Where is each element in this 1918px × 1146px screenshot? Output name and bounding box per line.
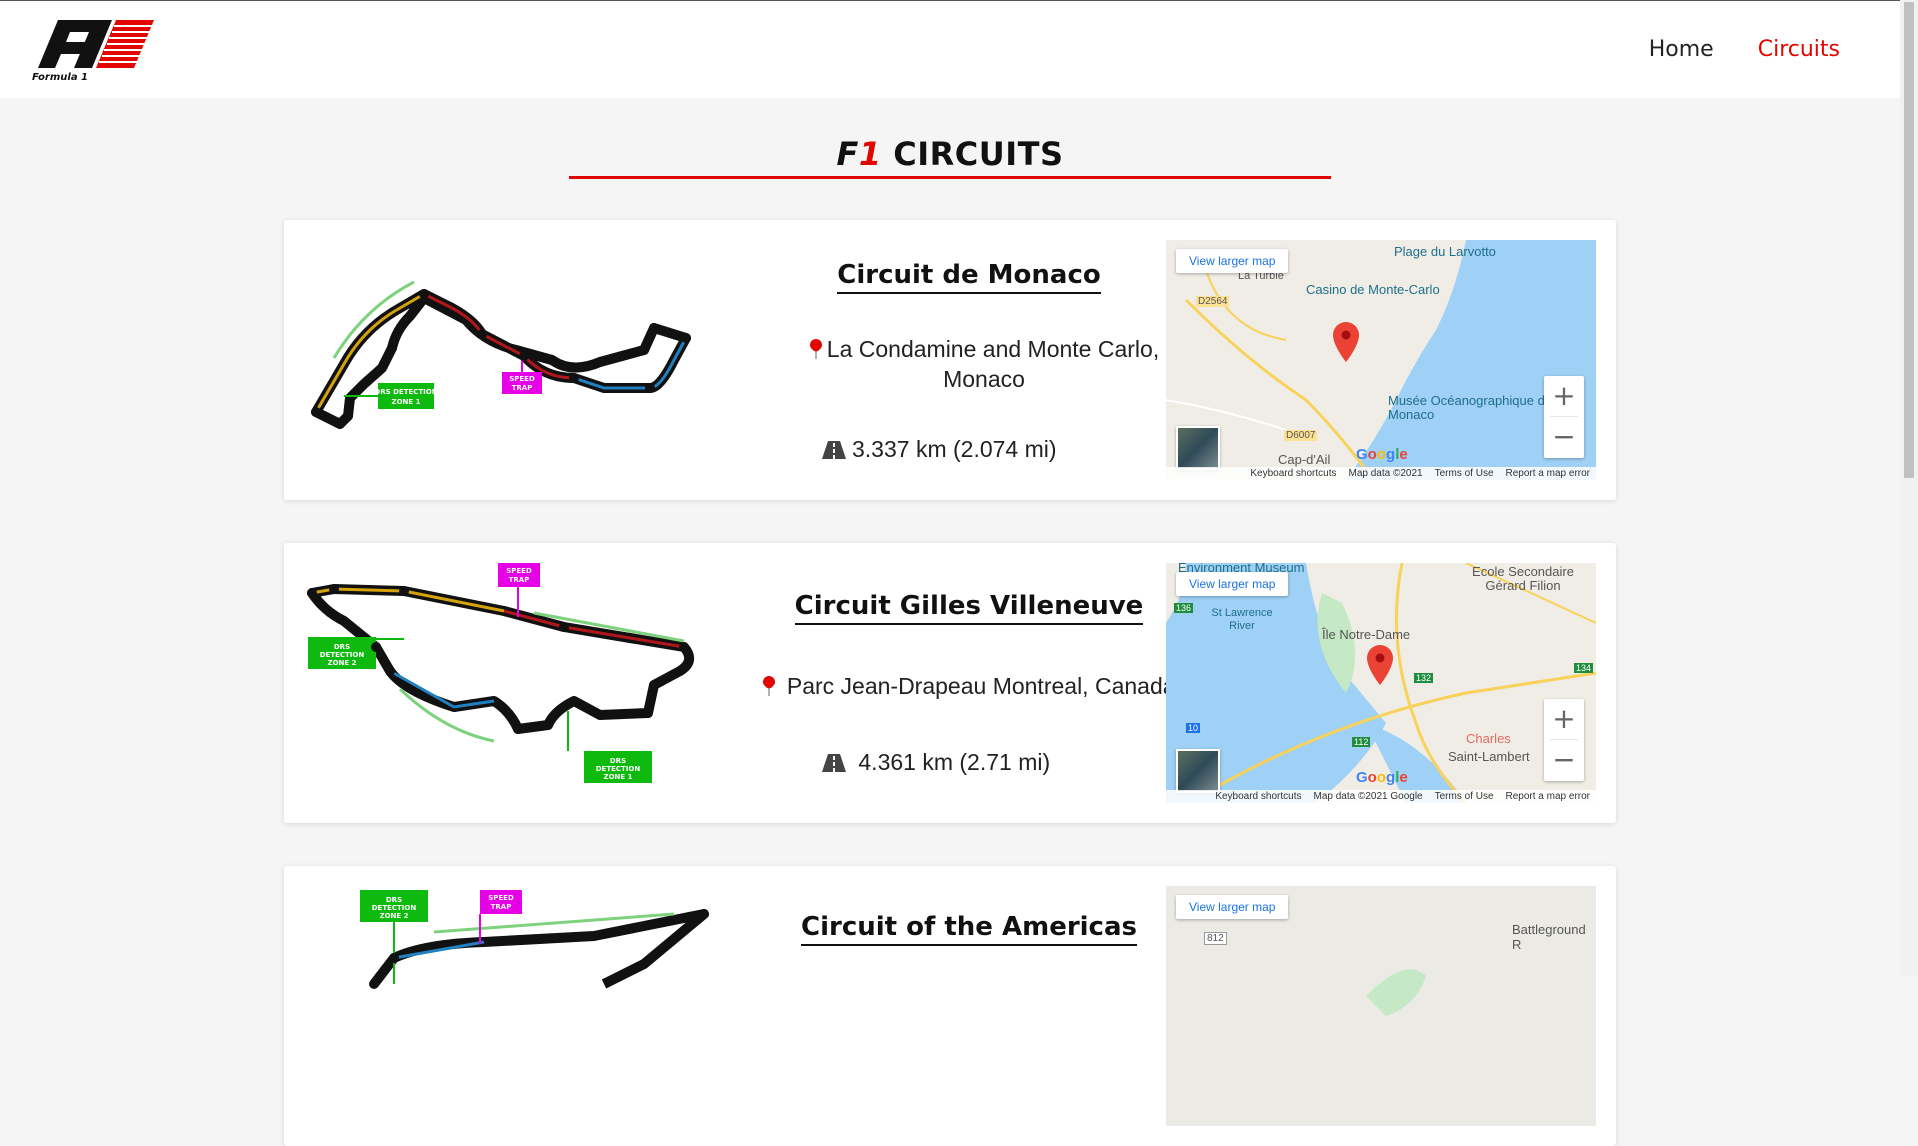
map-label: Battleground R (1512, 922, 1586, 952)
map-label: Ecole Secondaire Gérard Filion (1472, 564, 1574, 593)
svg-text:TRAP: TRAP (491, 903, 512, 911)
map-road-label: 112 (1352, 737, 1371, 747)
circuit-name: Circuit de Monaco (734, 260, 1204, 294)
map-road-label: D2564 (1196, 296, 1230, 307)
road-icon (822, 754, 846, 772)
track-layout-americas: DRS DETECTION ZONE 2 SPEED TRAP (360, 890, 709, 989)
circuit-length: 3.337 km (2.074 mi) (822, 436, 1057, 463)
zoom-in-button[interactable]: + (1544, 376, 1584, 416)
circuit-length: 4.361 km (2.71 mi) (822, 749, 1050, 776)
view-larger-map-link[interactable]: View larger map (1176, 572, 1289, 596)
circuit-info: Circuit de Monaco La Condamine and Monte… (734, 220, 1204, 500)
page-title: F1 CIRCUITS (570, 135, 1330, 173)
svg-text:ZONE 1: ZONE 1 (604, 773, 633, 781)
circuit-card-americas: DRS DETECTION ZONE 2 SPEED TRAP Circuit … (284, 866, 1616, 1146)
logo-text: Formula 1 (32, 72, 88, 82)
main-nav: Home Circuits (1649, 37, 1840, 62)
circuit-location: La Condamine and Monte Carlo, Monaco (774, 334, 1194, 394)
map-label: Casino de Monte-Carlo (1306, 282, 1440, 297)
track-layout-gilles-villeneuve: DRS DETECTION ZONE 2 DRS DETECTION ZONE … (307, 563, 695, 783)
circuit-location: Parc Jean-Drapeau Montreal, Canada (734, 671, 1204, 701)
drs-label-monaco: DRS DETECTION (374, 388, 437, 396)
terms-link[interactable]: Terms of Use (1435, 467, 1494, 480)
map-label: Charles (1466, 731, 1511, 746)
nav-home[interactable]: Home (1649, 37, 1714, 62)
map-background (1166, 240, 1596, 480)
map-label: St Lawrence River (1211, 607, 1273, 632)
title-underline (569, 176, 1331, 179)
map-embed-americas[interactable]: Battleground R 812 View larger map (1166, 886, 1596, 1126)
map-label: Plage du Larvotto (1394, 244, 1496, 259)
location-marker-icon[interactable] (1332, 322, 1360, 362)
road-icon (822, 441, 846, 459)
svg-text:DRS: DRS (610, 757, 626, 765)
svg-text:DETECTION: DETECTION (372, 904, 417, 912)
report-error-link[interactable]: Report a map error (1506, 467, 1590, 480)
svg-text:TRAP: TRAP (509, 576, 530, 584)
track-layout-monaco: DRS DETECTION ZONE 1 SPEED TRAP (311, 280, 691, 429)
map-road-label: D6007 (1284, 430, 1318, 441)
map-label: Saint-Lambert (1448, 749, 1530, 764)
location-pin-icon (809, 339, 822, 359)
circuit-info: Circuit Gilles Villeneuve Parc Jean-Drap… (734, 543, 1204, 823)
keyboard-shortcuts-link[interactable]: Keyboard shortcuts (1215, 790, 1301, 803)
svg-text:ZONE 2: ZONE 2 (380, 912, 409, 920)
scrollbar[interactable] (1900, 0, 1918, 976)
zoom-out-button[interactable]: − (1544, 417, 1584, 457)
map-data-text: Map data ©2021 (1348, 468, 1423, 479)
circuit-info: Circuit of the Americas (734, 866, 1204, 1146)
title-text: CIRCUITS (881, 135, 1064, 173)
satellite-toggle[interactable] (1176, 426, 1220, 470)
terms-link[interactable]: Terms of Use (1435, 790, 1494, 803)
keyboard-shortcuts-link[interactable]: Keyboard shortcuts (1250, 467, 1336, 480)
circuit-card-gilles-villeneuve: DRS DETECTION ZONE 2 DRS DETECTION ZONE … (284, 543, 1616, 823)
map-road-label: 812 (1204, 932, 1227, 945)
svg-text:DETECTION: DETECTION (596, 765, 641, 773)
google-logo: Google (1356, 769, 1408, 786)
svg-text:DRS: DRS (386, 896, 402, 904)
svg-text:SPEED: SPEED (506, 567, 532, 575)
map-embed-gilles-villeneuve[interactable]: Environment Museum Ecole Secondaire Géra… (1166, 563, 1596, 803)
map-road-label: 10 (1186, 723, 1201, 733)
nav-circuits[interactable]: Circuits (1758, 37, 1840, 62)
map-road-label: 134 (1574, 663, 1594, 673)
svg-text:SPEED: SPEED (488, 894, 514, 902)
map-embed-monaco[interactable]: Plage du Larvotto Casino de Monte-Carlo … (1166, 240, 1596, 480)
svg-text:SPEED: SPEED (509, 375, 535, 383)
map-attribution: Keyboard shortcuts Map data ©2021 Google… (1166, 790, 1596, 803)
circuit-name: Circuit of the Americas (734, 912, 1204, 946)
zoom-controls: + − (1544, 376, 1584, 458)
zoom-out-button[interactable]: − (1544, 740, 1584, 780)
zoom-in-button[interactable]: + (1544, 699, 1584, 739)
map-road-label: 132 (1414, 673, 1434, 683)
svg-text:TRAP: TRAP (512, 384, 533, 392)
satellite-toggle[interactable] (1176, 749, 1220, 793)
top-navbar: Formula 1 Home Circuits (0, 0, 1900, 98)
location-pin-icon (763, 676, 776, 696)
location-marker-icon[interactable] (1366, 645, 1394, 685)
circuit-card-monaco: DRS DETECTION ZONE 1 SPEED TRAP Circuit … (284, 220, 1616, 500)
svg-text:DRS: DRS (334, 643, 350, 651)
svg-text:DETECTION: DETECTION (320, 651, 365, 659)
zoom-controls: + − (1544, 699, 1584, 781)
view-larger-map-link[interactable]: View larger map (1176, 249, 1289, 273)
circuit-name: Circuit Gilles Villeneuve (734, 591, 1204, 625)
google-logo: Google (1356, 446, 1408, 463)
view-larger-map-link[interactable]: View larger map (1176, 895, 1289, 919)
svg-text:ZONE 2: ZONE 2 (328, 659, 357, 667)
map-data-text: Map data ©2021 Google (1313, 791, 1423, 802)
f1-logo[interactable]: Formula 1 (30, 16, 160, 82)
scrollbar-thumb[interactable] (1904, 2, 1914, 478)
title-f1: F1 (836, 135, 882, 173)
map-road-label: 136 (1174, 603, 1194, 613)
map-label: Cap-d'Ail (1278, 452, 1331, 467)
map-attribution: Keyboard shortcuts Map data ©2021 Terms … (1166, 467, 1596, 480)
report-error-link[interactable]: Report a map error (1506, 790, 1590, 803)
svg-text:ZONE 1: ZONE 1 (392, 398, 421, 406)
map-label: Île Notre-Dame (1322, 627, 1411, 642)
